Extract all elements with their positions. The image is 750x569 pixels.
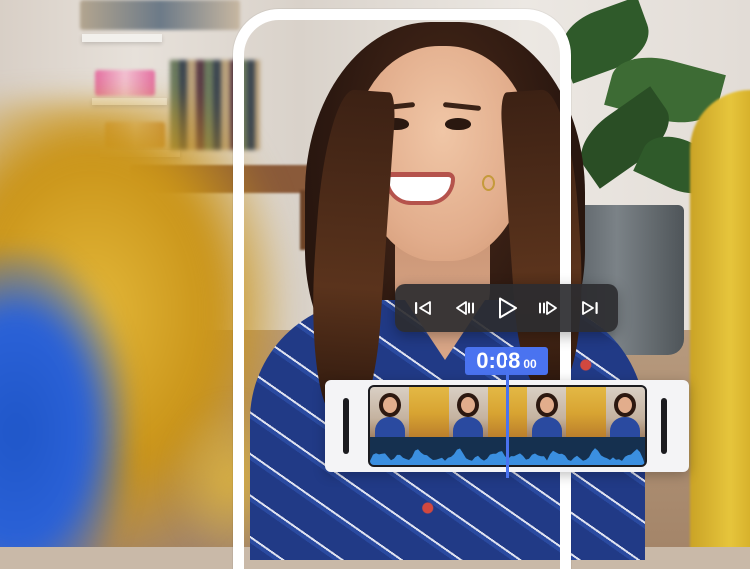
step-forward-icon — [539, 301, 558, 315]
video-thumbnail — [448, 387, 488, 439]
timecode-time: 0:08 — [476, 348, 521, 373]
shelf-products — [80, 0, 240, 30]
step-forward-button[interactable] — [533, 293, 563, 323]
blurred-garment — [0, 250, 130, 547]
play-icon — [498, 297, 517, 319]
skip-to-start-button[interactable] — [408, 293, 438, 323]
play-button[interactable] — [492, 293, 522, 323]
trim-handle-start[interactable] — [343, 398, 349, 454]
playback-controls — [395, 284, 618, 332]
video-thumbnail — [566, 387, 606, 439]
video-thumbnail — [409, 387, 449, 439]
skip-to-end-icon — [582, 301, 598, 315]
skip-to-end-button[interactable] — [575, 293, 605, 323]
timecode-frames: 00 — [523, 357, 537, 371]
video-thumbnail — [605, 387, 645, 439]
video-thumbnail — [527, 387, 567, 439]
shelf-products — [95, 70, 155, 96]
trim-handle-end[interactable] — [661, 398, 667, 454]
yellow-garment — [690, 90, 750, 547]
step-back-button[interactable] — [450, 293, 480, 323]
step-back-icon — [455, 301, 474, 315]
video-thumbnail — [370, 387, 410, 439]
playhead[interactable] — [506, 360, 509, 478]
shelf — [82, 34, 162, 42]
skip-to-start-icon — [415, 301, 431, 315]
